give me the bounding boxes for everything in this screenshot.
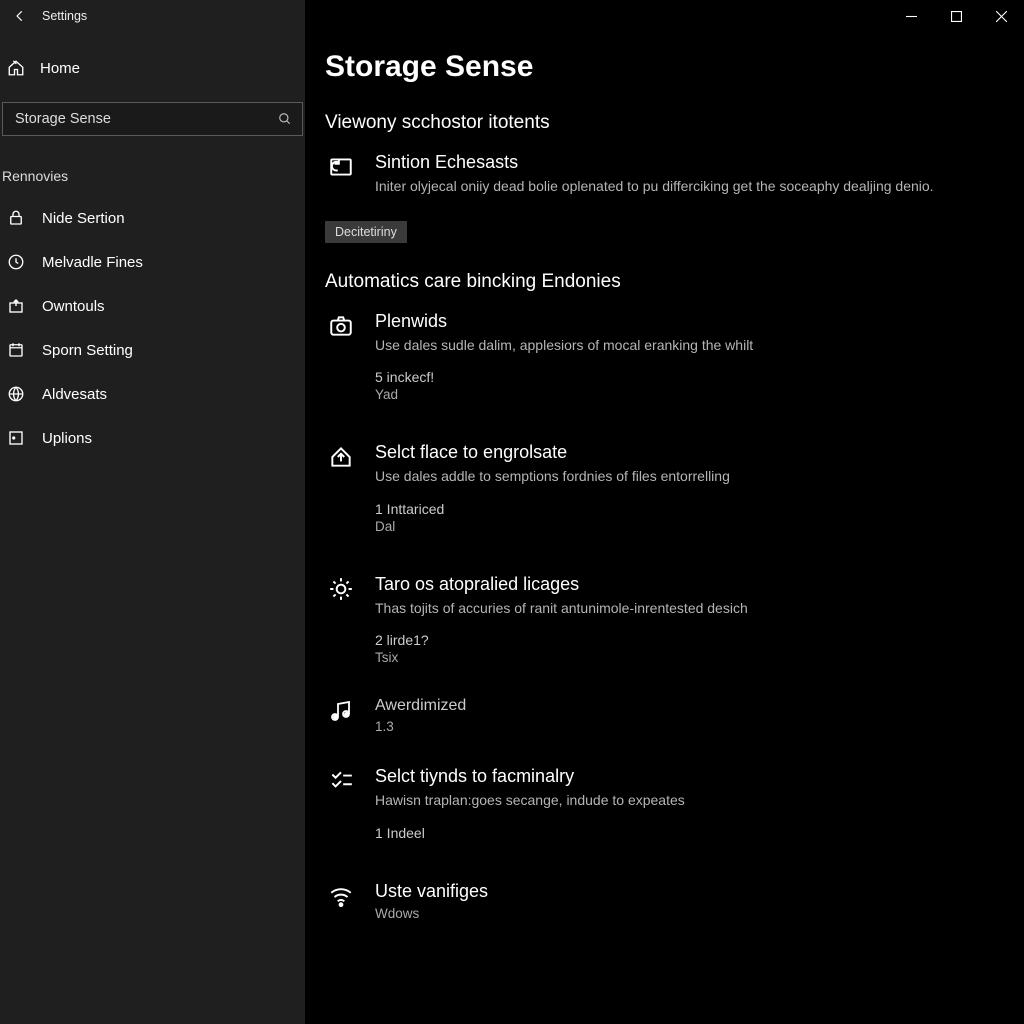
sidebar-item-label: Melvadle Fines [42,254,143,271]
item-meta2: Tsix [375,650,975,665]
item-desc: Thas tojits of accuries of ranit antunim… [375,599,975,619]
item-meta: 2 lirde1? [375,632,975,648]
camera-icon [325,311,357,403]
sidebar: Home Rennovies Nide Sertion [0,0,305,1024]
sidebar-item-5[interactable]: Uplions [0,416,305,460]
lock-icon [6,208,26,228]
main-content: Storage Sense Viewony scchostor itotents… [305,0,1024,1024]
item-title: Awerdimized [375,697,975,715]
section-heading: Viewony scchostor itotents [325,112,1024,134]
item-desc: Hawisn traplan:goes secange, indude to e… [375,791,975,811]
item-meta2: Dal [375,519,975,534]
sidebar-item-label: Sporn Setting [42,342,133,359]
globe-icon [6,384,26,404]
setting-item[interactable]: Plenwids Use dales sudle dalim, applesio… [325,311,1024,403]
close-button[interactable] [979,0,1024,32]
item-desc: Initer olyjecal oniiy dead bolie oplenat… [375,177,975,197]
search-box[interactable] [2,102,303,136]
minimize-button[interactable] [889,0,934,32]
music-icon [325,697,357,734]
maximize-button[interactable] [934,0,979,32]
section-heading: Automatics care bincking Endonies [325,271,1024,293]
house-up-icon [325,442,357,534]
titlebar: Settings [0,0,1024,32]
home-icon [6,58,26,78]
setting-item[interactable]: Uste vanifiges Wdows [325,881,1024,921]
sidebar-item-label: Aldvesats [42,386,107,403]
search-input[interactable] [3,103,302,135]
sidebar-home-label: Home [40,60,80,77]
sidebar-item-2[interactable]: Owntouls [0,284,305,328]
window-title: Settings [42,9,87,23]
refresh-box-icon [325,152,357,201]
item-meta: 1 Indeel [375,825,975,841]
checklist-icon [325,766,357,841]
setting-item[interactable]: Selct tiynds to facminalry Hawisn trapla… [325,766,1024,841]
back-button[interactable] [10,6,30,26]
item-meta: 1 Inttariced [375,501,975,517]
item-desc: Wdows [375,906,975,921]
sidebar-group-label: Rennovies [0,144,305,188]
sidebar-nav: Nide Sertion Melvadle Fines Owntouls Spo… [0,188,305,460]
setting-item[interactable]: Awerdimized 1.3 [325,697,1024,734]
item-meta2: Yad [375,387,975,402]
sidebar-item-label: Owntouls [42,298,105,315]
item-title: Selct flace to engrolsate [375,442,975,463]
sidebar-item-0[interactable]: Nide Sertion [0,196,305,240]
sidebar-item-label: Nide Sertion [42,210,125,227]
sidebar-home[interactable]: Home [0,48,305,88]
item-desc: Use dales sudle dalim, applesiors of moc… [375,336,975,356]
calendar-icon [6,340,26,360]
wifi-icon [325,881,357,921]
item-title: Uste vanifiges [375,881,975,902]
item-title: Sintion Echesasts [375,152,975,173]
item-meta: 1.3 [375,719,975,734]
item-title: Taro os atopralied licages [375,574,975,595]
clock-icon [6,252,26,272]
setting-item[interactable]: Selct flace to engrolsate Use dales addl… [325,442,1024,534]
item-title: Plenwids [375,311,975,332]
square-dot-icon [6,428,26,448]
box-arrow-icon [6,296,26,316]
section1-item[interactable]: Sintion Echesasts Initer olyjecal oniiy … [325,152,1024,201]
sidebar-item-label: Uplions [42,430,92,447]
search-icon [278,112,292,126]
page-title: Storage Sense [325,50,1024,84]
item-title: Selct tiynds to facminalry [375,766,975,787]
section1-button[interactable]: Decitetiriny [325,221,407,243]
gear-dots-icon [325,574,357,666]
item-meta: 5 inckecf! [375,369,975,385]
sidebar-item-1[interactable]: Melvadle Fines [0,240,305,284]
item-desc: Use dales addle to semptions fordnies of… [375,467,975,487]
sidebar-item-4[interactable]: Aldvesats [0,372,305,416]
sidebar-item-3[interactable]: Sporn Setting [0,328,305,372]
setting-item[interactable]: Taro os atopralied licages Thas tojits o… [325,574,1024,666]
